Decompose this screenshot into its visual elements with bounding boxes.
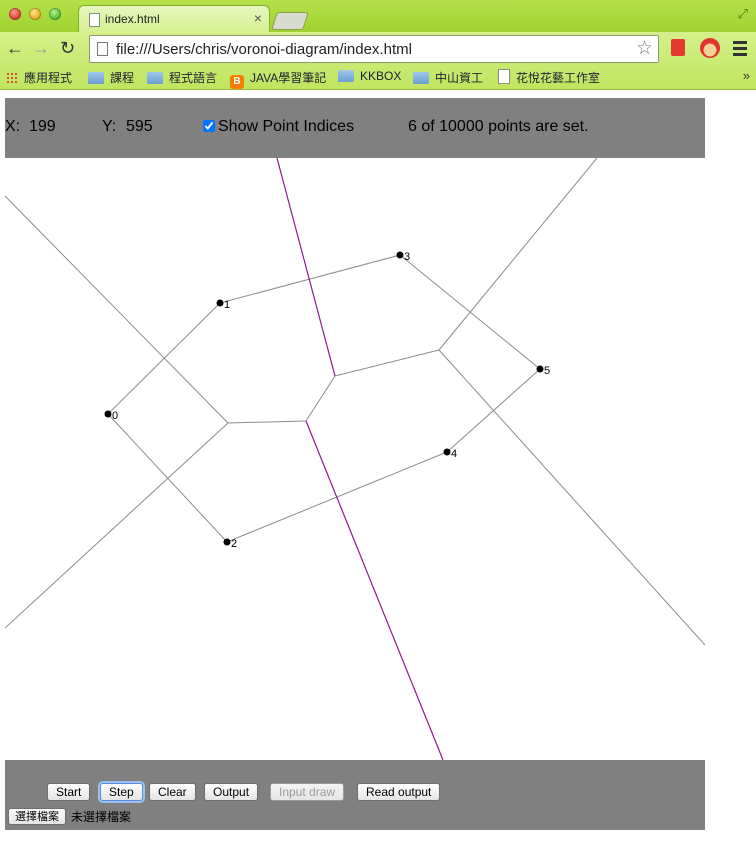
file-status: 未選擇檔案 bbox=[71, 810, 132, 824]
bookmarks-overflow-icon[interactable]: » bbox=[743, 68, 750, 83]
forward-button[interactable]: → bbox=[32, 38, 50, 58]
voronoi-edge bbox=[305, 375, 336, 422]
menu-icon[interactable] bbox=[733, 41, 747, 59]
zoom-window-icon[interactable] bbox=[49, 8, 61, 20]
voronoi-edge bbox=[5, 422, 229, 629]
tab-index-html[interactable]: index.html × bbox=[78, 5, 270, 33]
point-index-label: 4 bbox=[451, 448, 457, 460]
info-bar: X: 199 Y: 595 Show Point Indices 6 of 10… bbox=[5, 98, 705, 158]
voronoi-edge bbox=[334, 349, 440, 377]
y-coordinate: 595 bbox=[126, 118, 153, 135]
site-point[interactable] bbox=[216, 299, 224, 307]
x-label: X: bbox=[5, 118, 21, 135]
url-input[interactable] bbox=[116, 39, 626, 59]
voronoi-edge bbox=[438, 158, 598, 351]
apps-icon bbox=[6, 72, 18, 84]
minimize-window-icon[interactable] bbox=[29, 8, 41, 20]
hyperplane-edge bbox=[305, 420, 444, 760]
clear-button[interactable]: Clear bbox=[149, 783, 196, 801]
tab-strip: index.html × ⤢ bbox=[0, 0, 756, 33]
voronoi-edge bbox=[227, 420, 307, 424]
voronoi-edge bbox=[438, 349, 705, 646]
x-coordinate: 199 bbox=[29, 118, 56, 135]
step-button[interactable]: Step bbox=[100, 783, 143, 801]
point-index-label: 2 bbox=[231, 538, 237, 550]
back-button[interactable]: ← bbox=[6, 38, 24, 58]
fullscreen-icon[interactable]: ⤢ bbox=[738, 6, 748, 22]
page-icon bbox=[498, 69, 510, 84]
page-icon bbox=[97, 42, 108, 56]
folder-icon bbox=[338, 70, 354, 82]
control-bar: Start Step Clear Output Input draw Read … bbox=[5, 760, 705, 830]
hull-edge bbox=[219, 254, 401, 304]
bookmark-apps[interactable]: 應用程式 bbox=[6, 69, 72, 86]
tab-title: index.html bbox=[105, 12, 160, 26]
bookmark-flower-studio[interactable]: 花悅花藝工作室 bbox=[498, 69, 600, 86]
bookmark-courses[interactable]: 課程 bbox=[88, 69, 134, 86]
choose-file-button[interactable]: 選擇檔案 bbox=[8, 808, 66, 825]
close-window-icon[interactable] bbox=[9, 8, 21, 20]
bookmark-nsysu-cse[interactable]: 中山資工 bbox=[413, 69, 483, 86]
point-index-label: 3 bbox=[404, 251, 410, 263]
new-tab-button[interactable] bbox=[271, 12, 309, 30]
point-index-label: 0 bbox=[112, 410, 118, 422]
reload-button[interactable]: ↻ bbox=[60, 38, 75, 58]
voronoi-diagram[interactable]: 0 1 2 3 4 5 bbox=[5, 158, 705, 760]
tab-close-icon[interactable]: × bbox=[254, 10, 262, 26]
blogger-icon: B bbox=[230, 75, 244, 89]
site-point[interactable] bbox=[536, 365, 544, 373]
santa-extension-icon[interactable] bbox=[700, 38, 720, 58]
read-output-button[interactable]: Read output bbox=[357, 783, 441, 801]
hyperplane-edge bbox=[276, 158, 336, 377]
voronoi-canvas[interactable]: 0 1 2 3 4 5 bbox=[5, 158, 705, 760]
start-button[interactable]: Start bbox=[47, 783, 91, 801]
output-button[interactable]: Output bbox=[204, 783, 259, 801]
y-label: Y: bbox=[102, 118, 117, 135]
bookmark-extension-icon[interactable] bbox=[671, 39, 685, 56]
point-index-label: 5 bbox=[544, 365, 550, 377]
voronoi-edge bbox=[5, 195, 229, 424]
bookmark-kkbox[interactable]: KKBOX bbox=[338, 69, 401, 83]
show-indices-checkbox[interactable] bbox=[203, 120, 215, 132]
bookmark-star-icon[interactable]: ☆ bbox=[636, 37, 653, 60]
bookmarks-bar: 應用程式 課程 程式語言 B JAVA學習筆記 KKBOX 中山資工 花悅花藝工作… bbox=[0, 65, 756, 90]
site-point[interactable] bbox=[443, 448, 451, 456]
show-indices-label[interactable]: Show Point Indices bbox=[218, 118, 354, 136]
point-index-label: 1 bbox=[224, 299, 230, 311]
site-point[interactable] bbox=[104, 410, 112, 418]
file-icon bbox=[89, 13, 100, 27]
bookmark-programming[interactable]: 程式語言 bbox=[147, 69, 217, 86]
site-point[interactable] bbox=[223, 538, 231, 546]
browser-toolbar: ← → ↻ ☆ bbox=[0, 32, 756, 65]
folder-icon bbox=[147, 72, 163, 84]
points-status: 6 of 10000 points are set. bbox=[408, 118, 589, 135]
bookmark-java-notes[interactable]: B JAVA學習筆記 bbox=[230, 69, 326, 89]
address-bar[interactable]: ☆ bbox=[89, 35, 659, 63]
folder-icon bbox=[88, 72, 104, 84]
folder-icon bbox=[413, 72, 429, 84]
site-point[interactable] bbox=[396, 251, 404, 259]
input-draw-button[interactable]: Input draw bbox=[270, 783, 345, 801]
